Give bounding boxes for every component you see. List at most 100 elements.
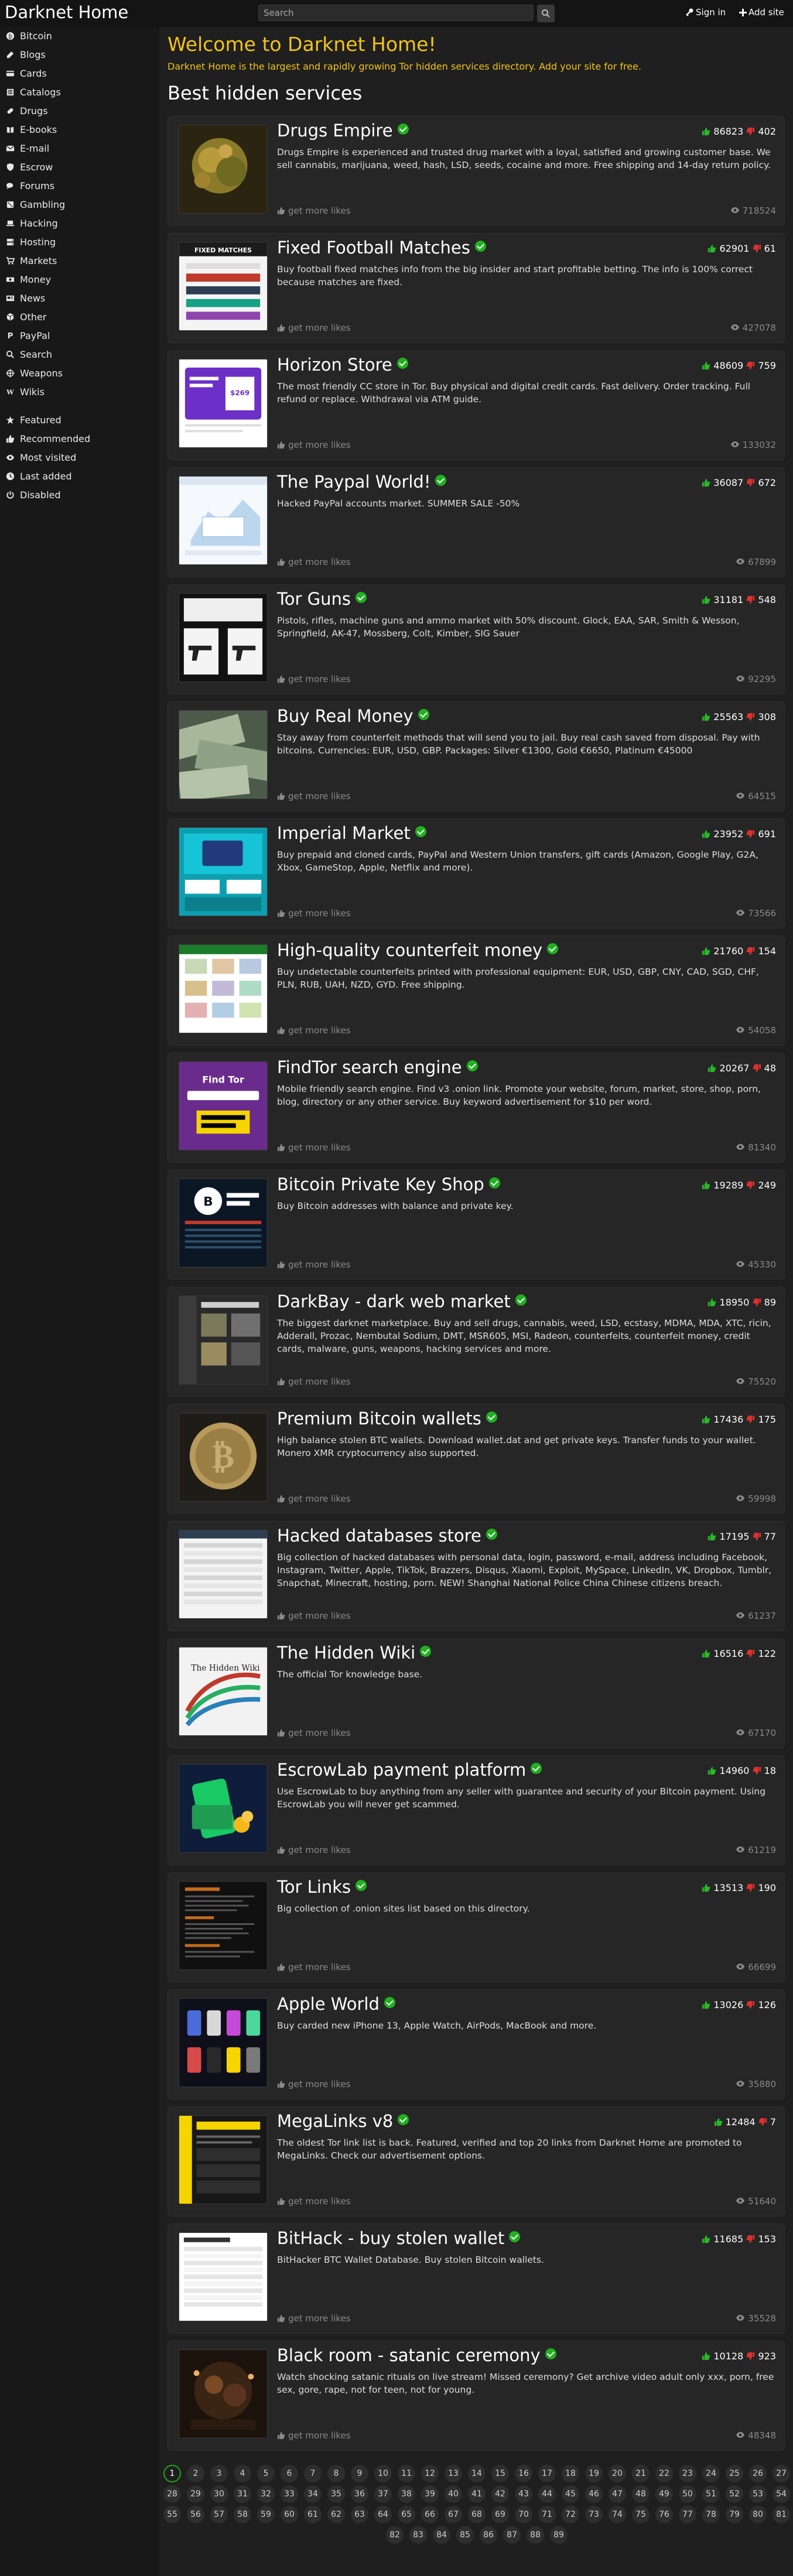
dislike-button[interactable]: 175 bbox=[746, 1414, 776, 1425]
page-link[interactable]: 78 bbox=[702, 2506, 720, 2523]
site-title[interactable]: FindTor search engine bbox=[277, 1057, 478, 1077]
page-link[interactable]: 10 bbox=[374, 2465, 392, 2482]
page-link[interactable]: 20 bbox=[609, 2465, 626, 2482]
page-link[interactable]: 62 bbox=[327, 2506, 345, 2523]
page-link[interactable]: 79 bbox=[726, 2506, 743, 2523]
dislike-button[interactable]: 923 bbox=[746, 2351, 776, 2362]
sidebar-item-drugs[interactable]: Drugs bbox=[0, 102, 159, 121]
page-link[interactable]: 81 bbox=[773, 2506, 790, 2523]
page-link[interactable]: 40 bbox=[445, 2485, 462, 2503]
add-site-link[interactable]: Add site bbox=[739, 7, 784, 18]
site-card[interactable]: High-quality counterfeit money 21760 154… bbox=[168, 936, 785, 1046]
site-card[interactable]: Apple World 13026 126 Buy carded new iPh… bbox=[168, 1989, 785, 2099]
get-more-likes-link[interactable]: get more likes bbox=[277, 1845, 351, 1855]
page-link[interactable]: 45 bbox=[562, 2485, 579, 2503]
site-title[interactable]: MegaLinks v8 bbox=[277, 2111, 409, 2131]
get-more-likes-link[interactable]: get more likes bbox=[277, 1025, 351, 1036]
page-link[interactable]: 29 bbox=[187, 2485, 204, 2503]
page-link[interactable]: 53 bbox=[749, 2485, 767, 2503]
site-thumbnail[interactable] bbox=[179, 1296, 268, 1385]
get-more-likes-link[interactable]: get more likes bbox=[277, 1611, 351, 1621]
sidebar-item-hacking[interactable]: Hacking bbox=[0, 214, 159, 233]
get-more-likes-link[interactable]: get more likes bbox=[277, 2196, 351, 2207]
site-title[interactable]: Black room - satanic ceremony bbox=[277, 2345, 556, 2365]
get-more-likes-link[interactable]: get more likes bbox=[277, 1142, 351, 1153]
page-link[interactable]: 35 bbox=[327, 2485, 345, 2503]
get-more-likes-link[interactable]: get more likes bbox=[277, 1376, 351, 1387]
site-title[interactable]: Hacked databases store bbox=[277, 1526, 497, 1546]
dislike-button[interactable]: 122 bbox=[746, 1648, 776, 1659]
page-link[interactable]: 36 bbox=[351, 2485, 368, 2503]
get-more-likes-link[interactable]: get more likes bbox=[277, 908, 351, 919]
dislike-button[interactable]: 759 bbox=[746, 360, 776, 371]
site-thumbnail[interactable] bbox=[179, 827, 268, 916]
site-title[interactable]: Apple World bbox=[277, 1994, 395, 2014]
page-link[interactable]: 6 bbox=[281, 2465, 298, 2482]
site-title[interactable]: EscrowLab payment platform bbox=[277, 1760, 542, 1780]
like-button[interactable]: 21760 bbox=[702, 946, 743, 957]
site-title[interactable]: DarkBay - dark web market bbox=[277, 1292, 527, 1311]
site-thumbnail[interactable]: FIXED MATCHES bbox=[179, 242, 268, 331]
page-link[interactable]: 8 bbox=[327, 2465, 345, 2482]
site-thumbnail[interactable] bbox=[179, 1998, 268, 2087]
like-button[interactable]: 14960 bbox=[707, 1765, 749, 1776]
page-link[interactable]: 61 bbox=[304, 2506, 322, 2523]
page-link[interactable]: 70 bbox=[515, 2506, 532, 2523]
site-card[interactable]: Tor Links 13513 190 Big collection of .o… bbox=[168, 1872, 785, 1982]
like-button[interactable]: 86823 bbox=[702, 126, 743, 137]
site-card[interactable]: Drugs Empire 86823 402 Drugs Empire is e… bbox=[168, 116, 785, 226]
site-card[interactable]: EscrowLab payment platform 14960 18 Use … bbox=[168, 1755, 785, 1865]
get-more-likes-link[interactable]: get more likes bbox=[277, 557, 351, 567]
dislike-button[interactable]: 89 bbox=[753, 1297, 776, 1308]
sidebar-item-cards[interactable]: Cards bbox=[0, 64, 159, 83]
sidebar-item-blogs[interactable]: Blogs bbox=[0, 46, 159, 64]
page-link[interactable]: 74 bbox=[609, 2506, 626, 2523]
site-title[interactable]: The Paypal World! bbox=[277, 472, 447, 492]
dislike-button[interactable]: 691 bbox=[746, 828, 776, 840]
like-button[interactable]: 17436 bbox=[702, 1414, 743, 1425]
page-link[interactable]: 38 bbox=[398, 2485, 415, 2503]
site-card[interactable]: Hacked databases store 17195 77 Big coll… bbox=[168, 1521, 785, 1631]
page-link[interactable]: 41 bbox=[468, 2485, 486, 2503]
dislike-button[interactable]: 308 bbox=[746, 711, 776, 722]
get-more-likes-link[interactable]: get more likes bbox=[277, 2079, 351, 2089]
get-more-likes-link[interactable]: get more likes bbox=[277, 1728, 351, 1738]
page-link[interactable]: 76 bbox=[655, 2506, 673, 2523]
like-button[interactable]: 20267 bbox=[707, 1063, 749, 1074]
dislike-button[interactable]: 402 bbox=[746, 126, 776, 137]
page-link[interactable]: 46 bbox=[585, 2485, 603, 2503]
site-card[interactable]: B Bitcoin Private Key Shop 19289 249 Buy… bbox=[168, 1170, 785, 1280]
page-link[interactable]: 4 bbox=[234, 2465, 251, 2482]
sidebar-item-markets[interactable]: Markets bbox=[0, 252, 159, 270]
page-link[interactable]: 48 bbox=[632, 2485, 650, 2503]
page-link[interactable]: 28 bbox=[163, 2485, 181, 2503]
site-thumbnail[interactable] bbox=[179, 1881, 268, 1970]
dislike-button[interactable]: 249 bbox=[746, 1180, 776, 1191]
sidebar-item-catalogs[interactable]: Catalogs bbox=[0, 83, 159, 102]
page-link[interactable]: 15 bbox=[491, 2465, 509, 2482]
page-link[interactable]: 11 bbox=[398, 2465, 415, 2482]
dislike-button[interactable]: 7 bbox=[758, 2116, 776, 2128]
site-thumbnail[interactable]: The Hidden Wiki bbox=[179, 1647, 268, 1736]
page-link[interactable]: 68 bbox=[468, 2506, 486, 2523]
page-link[interactable]: 64 bbox=[374, 2506, 392, 2523]
search-button[interactable] bbox=[537, 5, 555, 22]
page-link[interactable]: 17 bbox=[538, 2465, 556, 2482]
page-link[interactable]: 60 bbox=[281, 2506, 298, 2523]
page-link[interactable]: 37 bbox=[374, 2485, 392, 2503]
site-thumbnail[interactable] bbox=[179, 2349, 268, 2438]
dislike-button[interactable]: 48 bbox=[753, 1063, 776, 1074]
page-link[interactable]: 80 bbox=[749, 2506, 767, 2523]
page-link[interactable]: 24 bbox=[702, 2465, 720, 2482]
sign-in-link[interactable]: Sign in bbox=[685, 7, 726, 18]
page-link[interactable]: 44 bbox=[538, 2485, 556, 2503]
page-link[interactable]: 73 bbox=[585, 2506, 603, 2523]
site-card[interactable]: Find Tor FindTor search engine 20267 48 … bbox=[168, 1053, 785, 1163]
like-button[interactable]: 12484 bbox=[714, 2116, 756, 2128]
get-more-likes-link[interactable]: get more likes bbox=[277, 323, 351, 333]
sidebar-item-bitcoin[interactable]: ₿ Bitcoin bbox=[0, 27, 159, 46]
sidebar-item-other[interactable]: Other bbox=[0, 308, 159, 327]
site-card[interactable]: FIXED MATCHES Fixed Football Matches 629… bbox=[168, 233, 785, 343]
sidebar-item-money[interactable]: Money bbox=[0, 270, 159, 289]
site-thumbnail[interactable] bbox=[179, 125, 268, 214]
